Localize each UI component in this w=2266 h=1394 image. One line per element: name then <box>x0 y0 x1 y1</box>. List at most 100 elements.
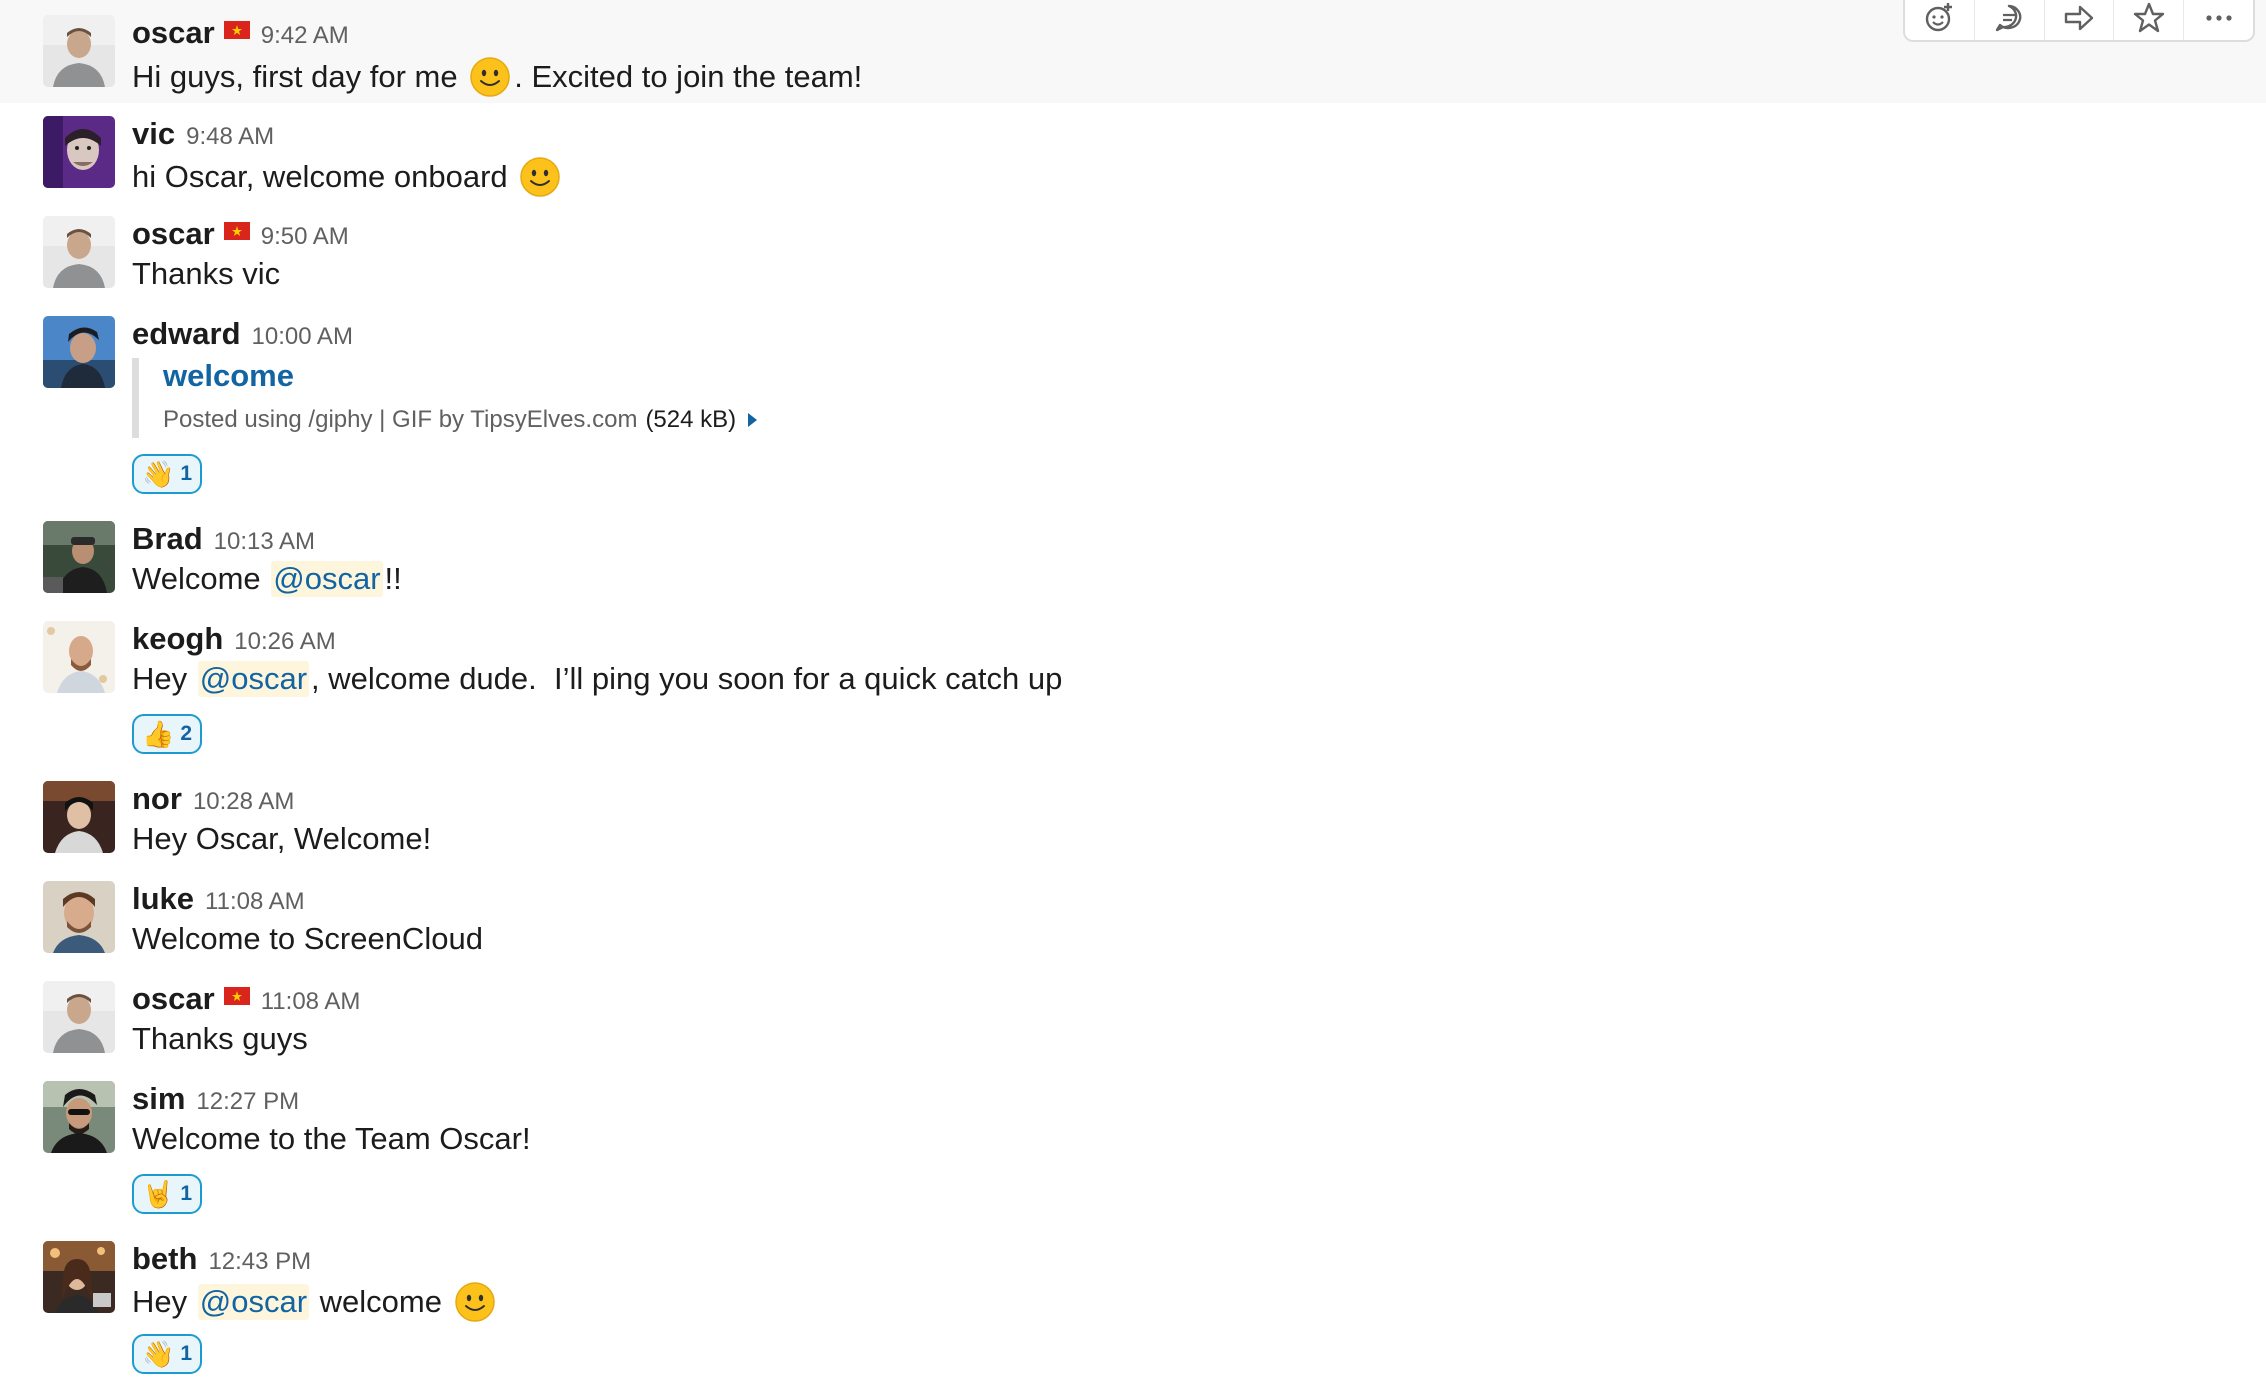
timestamp[interactable]: 12:27 PM <box>196 1088 299 1116</box>
avatar-luke[interactable] <box>43 881 115 953</box>
text-segment: !! <box>384 561 402 596</box>
message-text: Thanks guys <box>132 1021 308 1056</box>
message-text: Hey @oscar welcome <box>132 1281 499 1323</box>
share-message-icon[interactable] <box>2045 0 2115 40</box>
message-row[interactable]: oscar 9:42 AM Hi guys, first day for me … <box>0 0 2266 103</box>
reaction-pill[interactable]: 🤘 1 <box>132 1174 203 1214</box>
author-name[interactable]: oscar <box>132 216 215 252</box>
attachment-title-link[interactable]: welcome <box>163 358 757 394</box>
avatar-brad[interactable] <box>43 521 115 593</box>
avatar-oscar[interactable] <box>43 216 115 288</box>
user-mention[interactable]: @oscar <box>271 561 383 597</box>
message-text: Hey Oscar, Welcome! <box>132 821 432 856</box>
message-header: Brad 10:13 AM <box>132 521 315 557</box>
timestamp[interactable]: 10:28 AM <box>193 788 294 816</box>
message-row[interactable]: Brad 10:13 AM Welcome @oscar !! <box>0 508 2266 608</box>
author-name[interactable]: nor <box>132 781 182 817</box>
message-text: hi Oscar, welcome onboard <box>132 156 564 198</box>
message-header: oscar 9:42 AM <box>132 15 349 51</box>
author-name[interactable]: oscar <box>132 981 215 1017</box>
message-text: Thanks vic <box>132 256 281 291</box>
message-header: vic 9:48 AM <box>132 116 274 152</box>
avatar-oscar[interactable] <box>43 981 115 1053</box>
message-header: keogh 10:26 AM <box>132 621 336 657</box>
message-header: oscar 11:08 AM <box>132 981 360 1017</box>
user-mention[interactable]: @oscar <box>197 661 310 697</box>
message-row[interactable]: beth 12:43 PM Hey @oscar welcome 👋 1 <box>0 1228 2266 1394</box>
flag-vietnam-icon <box>223 987 250 1005</box>
slightly-smiling-face-icon <box>454 1281 496 1323</box>
slightly-smiling-face-icon <box>469 56 511 98</box>
message-text: Welcome to the Team Oscar! <box>132 1121 531 1156</box>
message-text: Hey @oscar , welcome dude. I’ll ping you… <box>132 661 1062 697</box>
author-name[interactable]: Brad <box>132 521 203 557</box>
author-name[interactable]: keogh <box>132 621 223 657</box>
avatar-nor[interactable] <box>43 781 115 853</box>
avatar-sim[interactable] <box>43 1081 115 1153</box>
timestamp[interactable]: 9:42 AM <box>261 22 349 50</box>
author-name[interactable]: edward <box>132 316 241 352</box>
timestamp[interactable]: 11:08 AM <box>261 988 361 1016</box>
avatar-beth[interactable] <box>43 1241 115 1313</box>
star-icon[interactable] <box>2114 0 2185 40</box>
text-segment: hi Oscar, welcome onboard <box>132 159 517 194</box>
start-thread-icon[interactable] <box>1975 0 2045 40</box>
thumbs-up-icon: 👍 <box>142 719 175 749</box>
reaction-pill[interactable]: 👋 1 <box>132 1334 203 1374</box>
sign-of-the-horns-icon: 🤘 <box>142 1179 175 1209</box>
timestamp[interactable]: 12:43 PM <box>208 1248 311 1276</box>
avatar-keogh[interactable] <box>43 621 115 693</box>
waving-hand-icon: 👋 <box>142 1339 175 1369</box>
avatar-oscar[interactable] <box>43 15 115 87</box>
reaction-pill[interactable]: 👋 1 <box>132 454 203 494</box>
message-row[interactable]: vic 9:48 AM hi Oscar, welcome onboard <box>0 103 2266 203</box>
message-row[interactable]: sim 12:27 PM Welcome to the Team Oscar! … <box>0 1068 2266 1228</box>
expand-caret-icon[interactable] <box>748 413 758 427</box>
timestamp[interactable]: 10:00 AM <box>252 323 353 351</box>
add-reaction-icon[interactable] <box>1905 0 1975 40</box>
author-name[interactable]: beth <box>132 1241 197 1277</box>
message-row[interactable]: oscar 9:50 AM Thanks vic <box>0 203 2266 303</box>
message-header: beth 12:43 PM <box>132 1241 311 1277</box>
avatar-edward[interactable] <box>43 316 115 388</box>
message-row[interactable]: oscar 11:08 AM Thanks guys <box>0 968 2266 1068</box>
message-header: oscar 9:50 AM <box>132 216 349 252</box>
user-mention[interactable]: @oscar <box>197 1284 310 1320</box>
text-segment: Hi guys, first day for me <box>132 59 467 94</box>
message-row[interactable]: keogh 10:26 AM Hey @oscar , welcome dude… <box>0 608 2266 768</box>
reaction-count: 1 <box>180 462 193 485</box>
timestamp[interactable]: 10:13 AM <box>214 528 315 556</box>
message-actions-toolbar <box>1903 0 2255 42</box>
text-segment: Welcome <box>132 561 270 596</box>
message-row[interactable]: edward 10:00 AM welcome Posted using /gi… <box>0 303 2266 508</box>
author-name[interactable]: luke <box>132 881 194 917</box>
attachment-size: (524 kB) <box>645 406 737 433</box>
message-text: Welcome @oscar !! <box>132 561 402 597</box>
message-text: Hi guys, first day for me . Excited to j… <box>132 56 862 98</box>
text-segment: Hey <box>132 661 196 696</box>
message-row[interactable]: luke 11:08 AM Welcome to ScreenCloud <box>0 868 2266 968</box>
message-row[interactable]: nor 10:28 AM Hey Oscar, Welcome! <box>0 768 2266 868</box>
text-segment: , welcome dude. I’ll ping you soon for a… <box>311 661 1063 696</box>
timestamp[interactable]: 9:48 AM <box>186 123 274 151</box>
timestamp[interactable]: 11:08 AM <box>205 888 305 916</box>
message-header: sim 12:27 PM <box>132 1081 299 1117</box>
message-header: edward 10:00 AM <box>132 316 353 352</box>
text-segment: . Excited to join the team! <box>514 59 863 94</box>
waving-hand-icon: 👋 <box>142 459 175 489</box>
reaction-count: 2 <box>180 722 193 745</box>
reaction-count: 1 <box>180 1342 193 1365</box>
more-actions-icon[interactable] <box>2184 0 2253 40</box>
author-name[interactable]: oscar <box>132 15 215 51</box>
message-header: luke 11:08 AM <box>132 881 305 917</box>
flag-vietnam-icon <box>223 21 250 39</box>
timestamp[interactable]: 9:50 AM <box>261 223 349 251</box>
timestamp[interactable]: 10:26 AM <box>234 628 335 656</box>
slightly-smiling-face-icon <box>519 156 561 198</box>
reaction-pill[interactable]: 👍 2 <box>132 714 203 754</box>
author-name[interactable]: vic <box>132 116 175 152</box>
attachment-footer-text: Posted using /giphy | GIF by TipsyElves.… <box>163 406 638 433</box>
author-name[interactable]: sim <box>132 1081 185 1117</box>
avatar-vic[interactable] <box>43 116 115 188</box>
text-segment: welcome <box>311 1284 451 1319</box>
